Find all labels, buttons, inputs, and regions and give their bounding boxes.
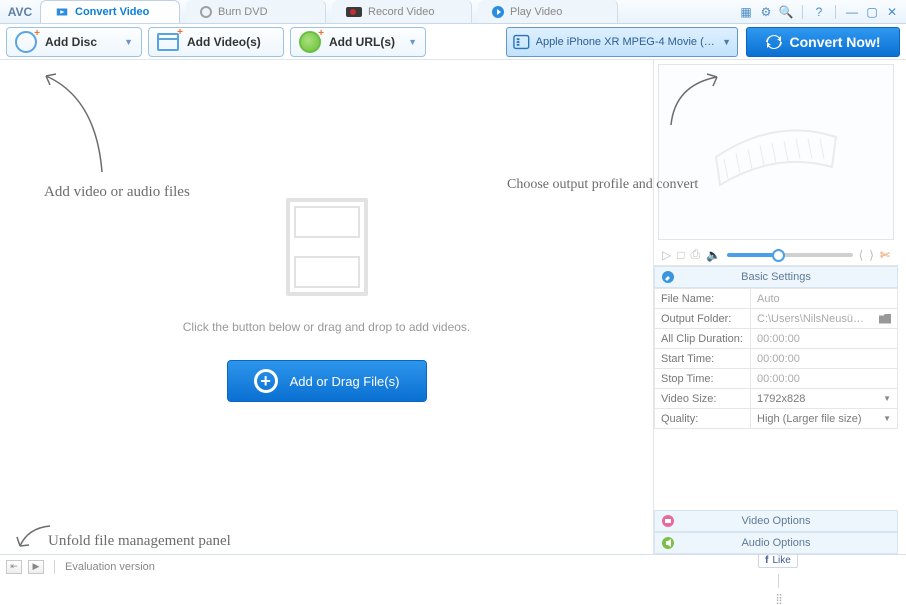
button-label: Add Disc bbox=[45, 35, 97, 49]
globe-icon bbox=[299, 31, 321, 53]
clip-duration-value: 00:00:00 bbox=[751, 329, 898, 349]
folder-icon[interactable] bbox=[879, 314, 891, 324]
label: Quality: bbox=[655, 409, 751, 429]
tab-label: Convert Video bbox=[75, 6, 149, 18]
disc-icon bbox=[15, 31, 37, 53]
video-options-header[interactable]: Video Options bbox=[654, 510, 898, 532]
filmstrip-icon bbox=[706, 107, 846, 197]
preview-panel: Choose output profile and convert bbox=[658, 64, 894, 240]
label: Output Folder: bbox=[655, 309, 751, 329]
separator bbox=[54, 560, 55, 574]
facebook-like-button[interactable]: fLike bbox=[758, 553, 798, 568]
label: Video Size: bbox=[655, 389, 751, 409]
chevron-down-icon: ▼ bbox=[883, 394, 891, 403]
value: High (Larger file size) bbox=[757, 413, 862, 425]
section-title: Basic Settings bbox=[741, 271, 811, 283]
hint-add-files: Add video or audio files bbox=[44, 184, 190, 201]
button-label: Add Video(s) bbox=[187, 35, 261, 49]
panel-toggle-right-button[interactable]: ▶ bbox=[28, 560, 44, 574]
tab-record-video[interactable]: Record Video bbox=[332, 0, 472, 23]
scissor-icon[interactable]: ✄ bbox=[880, 248, 890, 262]
add-urls-button[interactable]: Add URL(s) ▼ bbox=[290, 27, 426, 57]
start-time-value[interactable]: 00:00:00 bbox=[751, 349, 898, 369]
separator bbox=[778, 574, 779, 588]
stop-time-value[interactable]: 00:00:00 bbox=[751, 369, 898, 389]
convert-icon bbox=[55, 5, 69, 19]
player-controls: ▷ □ ⎙ 🔈 ⟨ ⟩ ✄ bbox=[654, 244, 898, 266]
like-label: Like bbox=[772, 555, 790, 566]
add-videos-button[interactable]: Add Video(s) bbox=[148, 27, 284, 57]
file-name-value[interactable]: Auto bbox=[751, 289, 898, 309]
hint-unfold-panel: Unfold file management panel bbox=[48, 533, 231, 550]
folder-path: C:\Users\NilsNeusüß\Vi… bbox=[757, 313, 867, 325]
tab-label: Record Video bbox=[368, 6, 434, 18]
output-folder-value[interactable]: C:\Users\NilsNeusüß\Vi… bbox=[751, 309, 898, 329]
basic-settings-header[interactable]: Basic Settings bbox=[654, 266, 898, 288]
button-label: Add or Drag File(s) bbox=[290, 374, 400, 389]
label: All Clip Duration: bbox=[655, 329, 751, 349]
label: Stop Time: bbox=[655, 369, 751, 389]
minimize-icon[interactable]: — bbox=[844, 4, 860, 20]
play-icon bbox=[492, 6, 504, 18]
window-icon bbox=[157, 33, 179, 51]
profile-icon bbox=[513, 33, 530, 51]
maximize-icon[interactable]: ▢ bbox=[864, 4, 880, 20]
chevron-down-icon: ▼ bbox=[124, 37, 133, 47]
options-icon[interactable]: ▦ bbox=[738, 4, 754, 20]
tab-burn-dvd[interactable]: Burn DVD bbox=[186, 0, 326, 23]
tab-convert-video[interactable]: Convert Video bbox=[40, 0, 180, 23]
chevron-down-icon: ▼ bbox=[883, 414, 891, 423]
film-placeholder-icon bbox=[286, 198, 368, 296]
chevron-down-icon: ▼ bbox=[408, 37, 417, 47]
help-icon[interactable]: ? bbox=[811, 4, 827, 20]
tab-play-video[interactable]: Play Video bbox=[478, 0, 618, 23]
section-title: Audio Options bbox=[741, 537, 810, 549]
profile-label: Apple iPhone XR MPEG-4 Movie (*.m… bbox=[536, 36, 716, 48]
wrench-icon bbox=[661, 270, 675, 284]
stop-icon[interactable]: □ bbox=[677, 248, 684, 262]
quality-select[interactable]: High (Larger file size) ▼ bbox=[751, 409, 898, 429]
trim-start-icon[interactable]: ⟨ bbox=[859, 248, 864, 262]
placeholder-text: Click the button below or drag and drop … bbox=[183, 320, 471, 334]
volume-slider[interactable] bbox=[727, 253, 853, 257]
video-size-select[interactable]: 1792x828 ▼ bbox=[751, 389, 898, 409]
add-or-drag-files-button[interactable]: + Add or Drag File(s) bbox=[227, 360, 427, 402]
trim-end-icon[interactable]: ⟩ bbox=[869, 248, 874, 262]
hint-choose-profile: Choose output profile and convert bbox=[507, 177, 698, 193]
resize-grip[interactable]: ⣿ bbox=[775, 594, 780, 605]
tab-label: Burn DVD bbox=[218, 6, 268, 18]
label: Start Time: bbox=[655, 349, 751, 369]
button-label: Convert Now! bbox=[790, 34, 881, 50]
output-profile-selector[interactable]: Apple iPhone XR MPEG-4 Movie (*.m… ▼ bbox=[506, 27, 738, 57]
separator bbox=[835, 5, 836, 19]
status-text: Evaluation version bbox=[65, 561, 155, 573]
close-icon[interactable]: ✕ bbox=[884, 4, 900, 20]
button-label: Add URL(s) bbox=[329, 35, 395, 49]
panel-toggle-left-button[interactable]: ⇤ bbox=[6, 560, 22, 574]
separator bbox=[802, 5, 803, 19]
settings-icon[interactable]: ⚙ bbox=[758, 4, 774, 20]
add-disc-button[interactable]: Add Disc ▼ bbox=[6, 27, 142, 57]
tab-label: Play Video bbox=[510, 6, 562, 18]
plus-icon: + bbox=[254, 369, 278, 393]
search-icon[interactable]: 🔍 bbox=[778, 4, 794, 20]
app-logo: AVC bbox=[0, 0, 40, 23]
value: 1792x828 bbox=[757, 393, 805, 405]
settings-table: File Name:Auto Output Folder: C:\Users\Ni… bbox=[654, 288, 898, 429]
play-icon[interactable]: ▷ bbox=[662, 248, 671, 262]
label: File Name: bbox=[655, 289, 751, 309]
chevron-down-icon: ▼ bbox=[722, 37, 731, 47]
video-icon bbox=[661, 514, 675, 528]
disc-icon bbox=[200, 6, 212, 18]
snapshot-icon[interactable]: ⎙ bbox=[690, 247, 700, 262]
convert-now-button[interactable]: Convert Now! bbox=[746, 27, 900, 57]
refresh-icon bbox=[766, 34, 782, 50]
section-title: Video Options bbox=[742, 515, 811, 527]
arrow-icon bbox=[36, 68, 116, 178]
record-icon bbox=[346, 7, 362, 17]
audio-options-header[interactable]: Audio Options bbox=[654, 532, 898, 554]
audio-icon bbox=[661, 536, 675, 550]
volume-icon[interactable]: 🔈 bbox=[706, 248, 721, 262]
